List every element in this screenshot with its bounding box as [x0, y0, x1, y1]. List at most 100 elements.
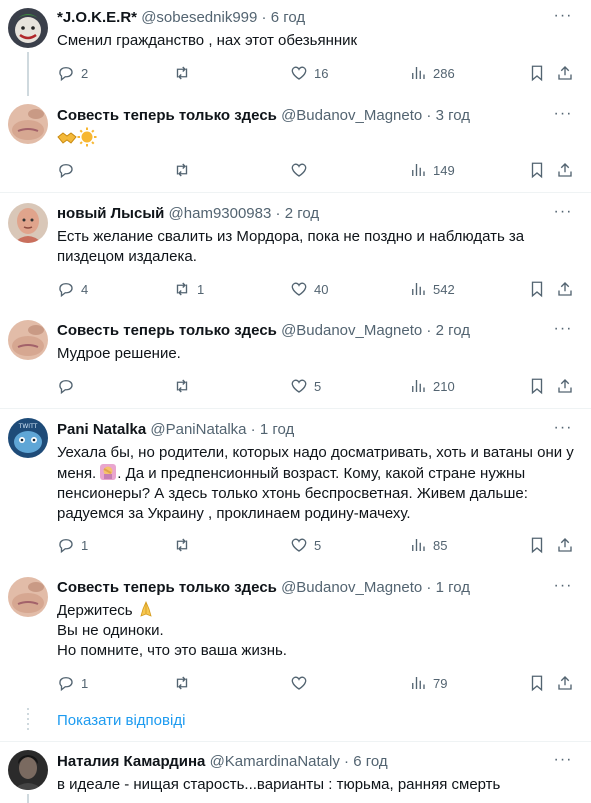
timestamp[interactable]: 2 год: [436, 322, 470, 339]
retweet-button[interactable]: [173, 376, 197, 396]
author-name[interactable]: Pani Natalka: [57, 421, 146, 438]
more-icon[interactable]: ···: [553, 578, 573, 599]
author-handle[interactable]: @ham9300983: [169, 205, 272, 222]
timestamp[interactable]: 1 год: [436, 579, 470, 596]
views-button[interactable]: 286: [409, 63, 455, 83]
avatar[interactable]: [8, 577, 48, 617]
text-line: пиздецом издалека.: [57, 248, 197, 265]
bookmark-button[interactable]: [528, 376, 546, 396]
like-button[interactable]: 5: [290, 376, 321, 396]
retweet-count: 1: [197, 281, 205, 297]
share-icon: [558, 66, 572, 80]
avatar[interactable]: [8, 104, 48, 144]
reply-button[interactable]: 1: [57, 673, 88, 693]
author-name[interactable]: Наталия Камардина: [57, 753, 205, 770]
text-line: в идеале - нищая старость...варианты : т…: [57, 776, 501, 793]
reply-button[interactable]: 1: [57, 535, 88, 555]
like-button[interactable]: [290, 673, 314, 693]
retweet-button[interactable]: [173, 160, 197, 180]
views-icon: [412, 164, 425, 176]
share-button[interactable]: [556, 673, 574, 693]
tweet-text: в идеале - нищая старость...варианты : т…: [57, 775, 577, 795]
author-name[interactable]: Совесть теперь только здесь: [57, 322, 277, 339]
avatar[interactable]: [8, 320, 48, 360]
tweet-header: Совесть теперь только здесь @Budanov_Mag…: [57, 106, 470, 126]
views-button[interactable]: 85: [409, 535, 447, 555]
share-button[interactable]: [556, 535, 574, 555]
reply-button[interactable]: 2: [57, 63, 88, 83]
reply-button[interactable]: [57, 160, 81, 180]
retweet-button[interactable]: [173, 673, 197, 693]
author-handle[interactable]: @Budanov_Magneto: [281, 107, 422, 124]
timestamp[interactable]: 3 год: [436, 107, 470, 124]
bookmark-button[interactable]: [528, 279, 546, 299]
views-button[interactable]: 149: [409, 160, 455, 180]
views-button[interactable]: 542: [409, 279, 455, 299]
author-name[interactable]: новый Лысый: [57, 205, 164, 222]
views-button[interactable]: 210: [409, 376, 455, 396]
reply-button[interactable]: [57, 376, 81, 396]
author-name[interactable]: Совесть теперь только здесь: [57, 107, 277, 124]
avatar[interactable]: [8, 203, 48, 243]
separator: ·: [250, 421, 256, 438]
like-button[interactable]: 16: [290, 63, 328, 83]
bookmark-icon: [531, 281, 543, 298]
more-icon[interactable]: ···: [553, 752, 573, 773]
views-button[interactable]: 79: [409, 673, 447, 693]
tweet-header: *J.O.K.E.R* @sobesednik999 · 6 год: [57, 8, 305, 28]
avatar[interactable]: TWITT: [8, 418, 48, 458]
praying-hands-emoji-icon: [140, 600, 152, 617]
avatar[interactable]: [8, 750, 48, 790]
bookmark-icon: [531, 162, 543, 179]
bookmark-button[interactable]: [528, 535, 546, 555]
timestamp[interactable]: 1 год: [260, 421, 294, 438]
timestamp[interactable]: 6 год: [353, 753, 387, 770]
retweet-button[interactable]: 1: [173, 279, 204, 299]
author-handle[interactable]: @Budanov_Magneto: [281, 322, 422, 339]
timestamp[interactable]: 6 год: [271, 9, 305, 26]
bookmark-button[interactable]: [528, 63, 546, 83]
author-name[interactable]: *J.O.K.E.R*: [57, 9, 137, 26]
tweet-text: Сменил гражданство , нах этот обезьянник: [57, 31, 577, 51]
view-count: 210: [433, 378, 455, 394]
more-icon[interactable]: ···: [553, 204, 573, 225]
text-line: Уехала бы, но родители, которых надо дос…: [57, 444, 574, 461]
share-button[interactable]: [556, 160, 574, 180]
retweet-icon: [176, 282, 188, 296]
tweet-actions: 149: [57, 160, 577, 180]
tweet-text: Есть желание свалить из Мордора, пока не…: [57, 227, 577, 267]
bookmark-icon: [531, 537, 543, 554]
tweet-actions: 5 210: [57, 376, 577, 396]
reply-count: 1: [81, 537, 89, 553]
tweet-actions: 4 1 40 542: [57, 279, 577, 299]
like-button[interactable]: [290, 160, 314, 180]
retweet-icon: [176, 163, 188, 177]
timestamp[interactable]: 2 год: [285, 205, 319, 222]
avatar[interactable]: [8, 8, 48, 48]
more-icon[interactable]: ···: [553, 420, 573, 441]
author-handle[interactable]: @PaniNatalka: [150, 421, 246, 438]
like-button[interactable]: 5: [290, 535, 321, 555]
like-button[interactable]: 40: [290, 279, 328, 299]
reply-count: 4: [81, 281, 89, 297]
author-name[interactable]: Совесть теперь только здесь: [57, 579, 277, 596]
divider: [0, 741, 591, 742]
share-button[interactable]: [556, 376, 574, 396]
views-icon: [412, 677, 425, 689]
bookmark-button[interactable]: [528, 673, 546, 693]
view-count: 542: [433, 281, 455, 297]
author-handle[interactable]: @sobesednik999: [141, 9, 257, 26]
share-button[interactable]: [556, 279, 574, 299]
author-handle[interactable]: @KamardinaNataly: [210, 753, 340, 770]
bookmark-button[interactable]: [528, 160, 546, 180]
more-icon[interactable]: ···: [553, 321, 573, 342]
more-icon[interactable]: ···: [553, 8, 573, 29]
reply-button[interactable]: 4: [57, 279, 88, 299]
show-replies-link[interactable]: Показати відповіді: [57, 711, 185, 731]
share-button[interactable]: [556, 63, 574, 83]
more-icon[interactable]: ···: [553, 106, 573, 127]
retweet-button[interactable]: [173, 63, 197, 83]
retweet-button[interactable]: [173, 535, 197, 555]
view-count: 149: [433, 162, 455, 178]
author-handle[interactable]: @Budanov_Magneto: [281, 579, 422, 596]
